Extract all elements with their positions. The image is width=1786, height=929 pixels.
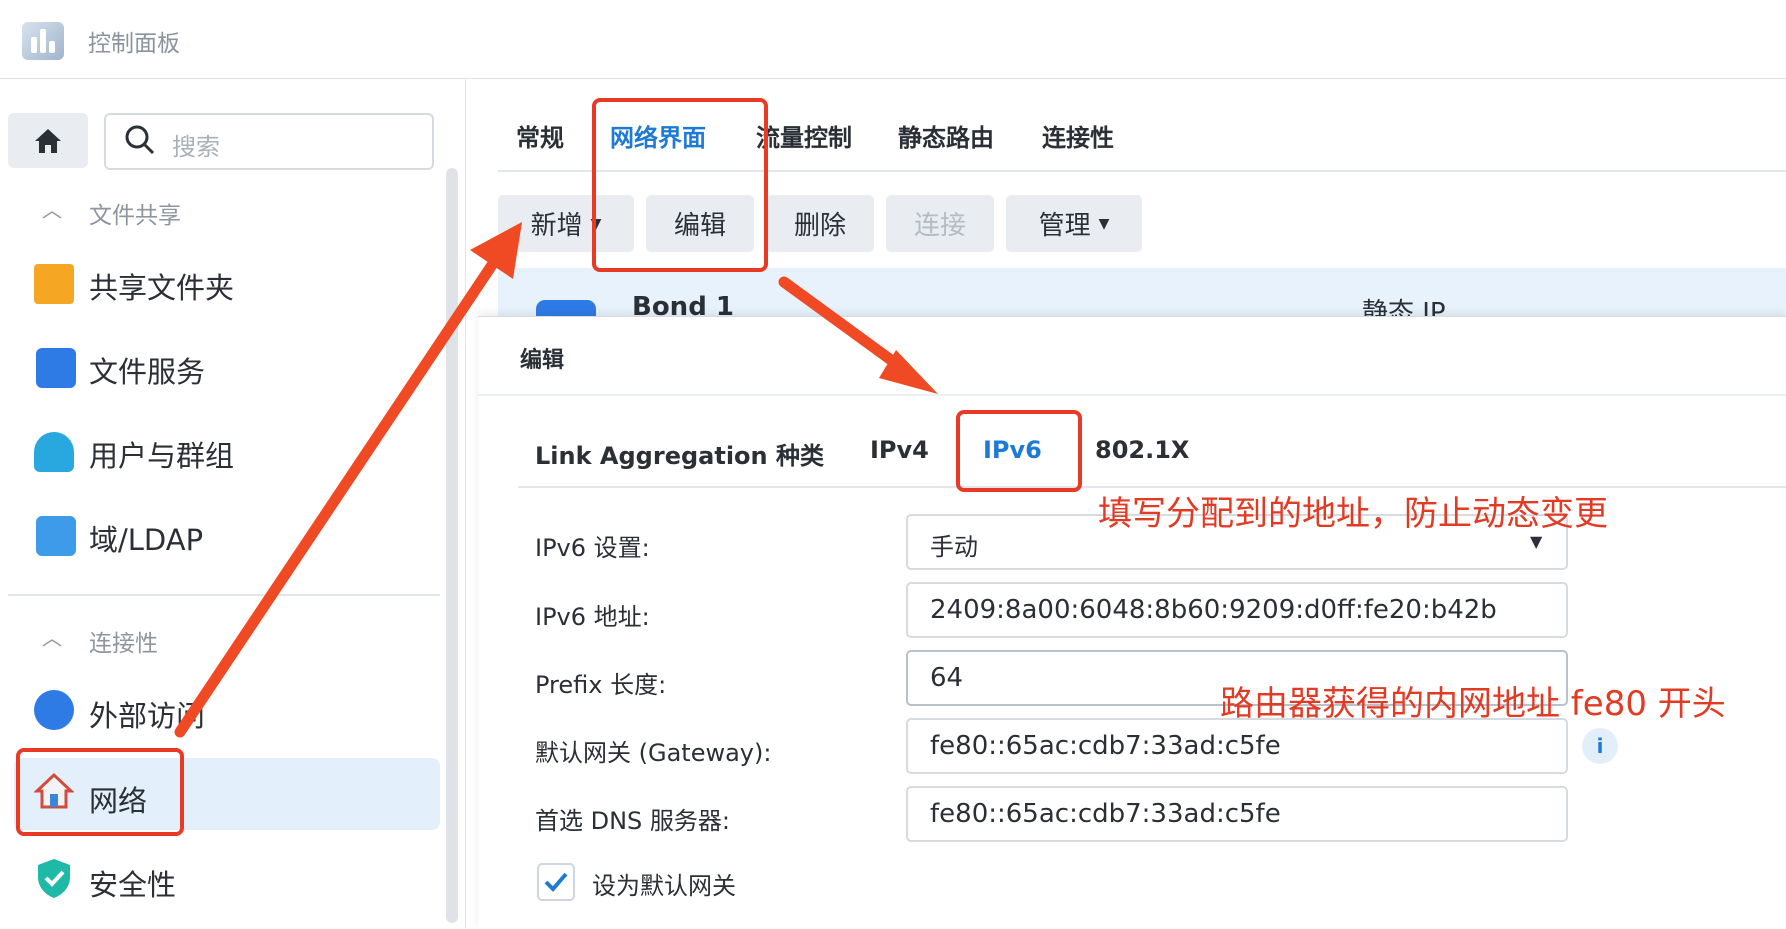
arrow-to-ipv6-tab [778,276,938,394]
annotation-gateway-note: 路由器获得的内网地址 fe80 开头 [1220,684,1726,724]
annotation-address-note: 填写分配到的地址，防止动态变更 [1098,494,1608,534]
annotation-arrows [174,222,938,738]
arrow-to-add-button [174,222,522,738]
